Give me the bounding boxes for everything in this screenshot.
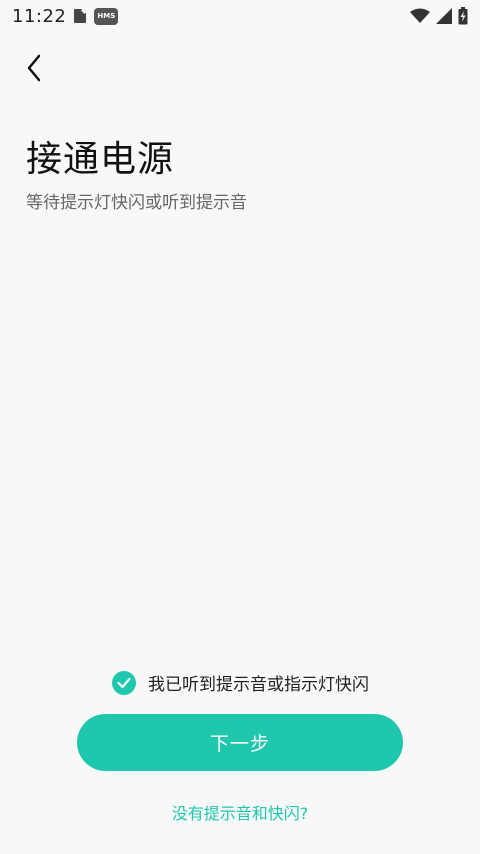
page-subtitle: 等待提示灯快闪或听到提示音 <box>26 193 247 213</box>
status-left: 11:22 HMS <box>12 5 119 27</box>
signal-icon <box>436 8 452 24</box>
hms-icon: HMS <box>94 7 119 25</box>
back-button[interactable] <box>18 50 50 86</box>
confirm-checkbox[interactable]: 我已听到提示音或指示灯快闪 <box>112 670 369 695</box>
document-icon <box>74 9 87 23</box>
status-time: 11:22 <box>12 5 67 27</box>
battery-charging-icon <box>458 7 468 25</box>
confirm-label[interactable]: 我已听到提示音或指示灯快闪 <box>148 670 369 695</box>
next-button[interactable]: 下一步 <box>77 714 403 771</box>
status-right <box>410 7 468 25</box>
no-signal-help-link[interactable]: 没有提示音和快闪? <box>0 800 480 824</box>
page-title: 接通电源 <box>26 139 175 180</box>
wifi-icon <box>410 8 430 23</box>
status-bar: 11:22 HMS <box>0 0 480 32</box>
chevron-left-icon <box>27 54 41 82</box>
checkmark-icon <box>117 677 131 688</box>
check-circle-icon[interactable] <box>112 670 136 695</box>
